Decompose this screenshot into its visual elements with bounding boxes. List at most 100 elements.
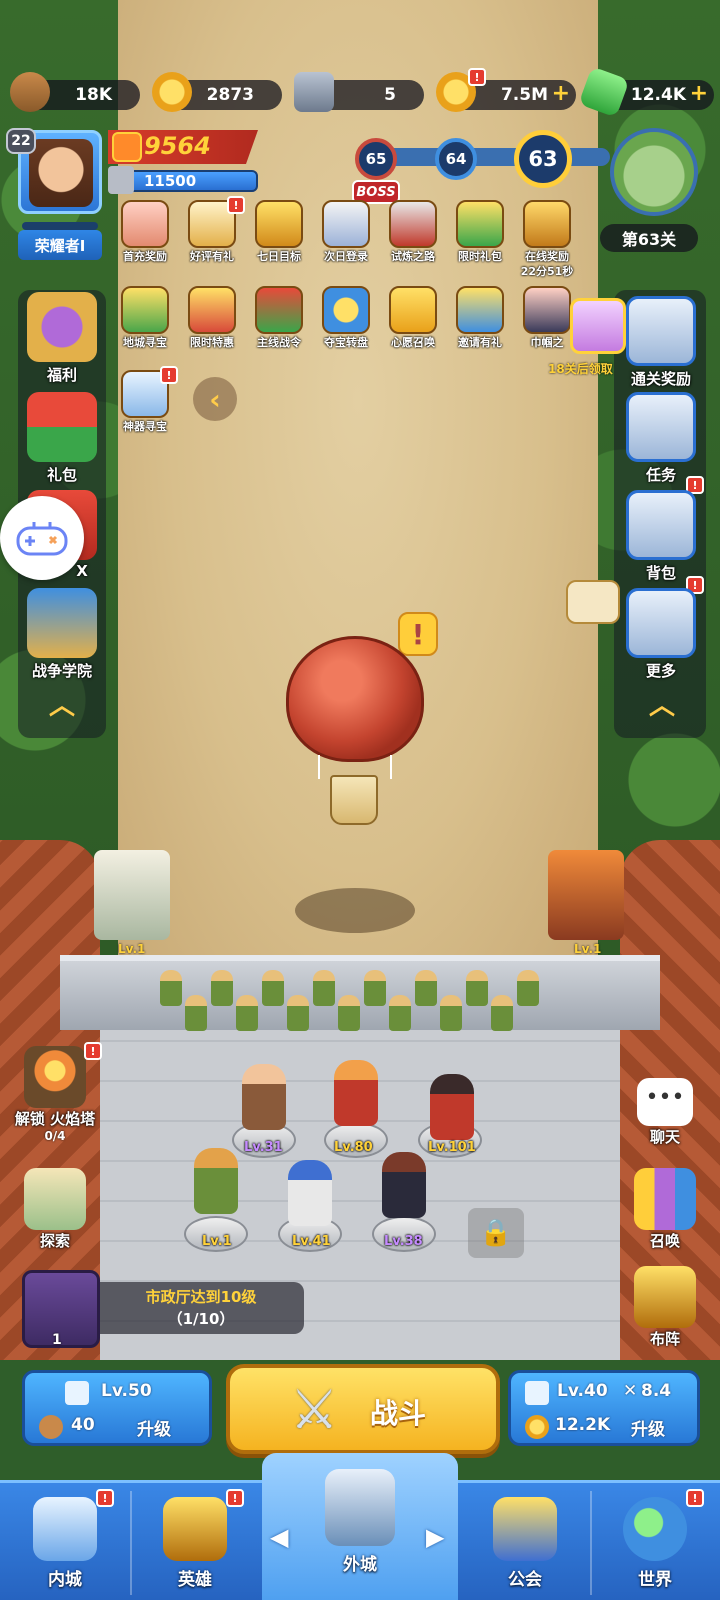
archer-unit (185, 995, 207, 1031)
avatar-portrait (29, 139, 93, 207)
event-battle-pass[interactable]: 主线战令 (250, 286, 308, 349)
event-label: 试炼之路 (391, 250, 435, 263)
hammer-icon (39, 1415, 63, 1439)
nav-hero[interactable]: 英雄 ! (130, 1483, 260, 1600)
battle-label: 战斗 (370, 1397, 427, 1430)
chevron-up-icon: ︿ (648, 691, 675, 721)
event-trial-road[interactable]: 试炼之路 (384, 200, 442, 263)
archer-unit (287, 995, 309, 1031)
coins-alert-badge: ! (468, 68, 486, 86)
power-display: 9564 (108, 130, 258, 164)
menu-label: 通关奖励 (630, 370, 691, 388)
medal-resource[interactable]: 2873 (152, 72, 282, 112)
mail-bubble[interactable] (566, 580, 620, 624)
event-label: 在线奖励 (525, 250, 569, 263)
event-limited-pack[interactable]: 限时礼包 (451, 200, 509, 263)
hp-bar: 11500 (108, 166, 258, 194)
explore-button[interactable]: 探索 (14, 1168, 96, 1251)
event-label: 地城寻宝 (123, 336, 167, 349)
formation-button[interactable]: 布阵 (624, 1266, 706, 1349)
menu-more[interactable]: 更多 (620, 588, 702, 681)
event-first-recharge[interactable]: 首充奖励 (116, 200, 174, 263)
iron-resource[interactable]: 5 (294, 72, 424, 112)
event-heroine[interactable]: 巾帼之 (518, 286, 576, 349)
hero-warrior[interactable] (334, 1060, 378, 1126)
balloon-shadow (295, 888, 415, 933)
unlock-progress: 0/4 (44, 1129, 66, 1143)
hero-witch[interactable] (382, 1152, 426, 1218)
event-dungeon-treasure[interactable]: 地城寻宝 (116, 286, 174, 349)
event-review-gift[interactable]: 好评有礼 ! (183, 196, 245, 263)
menu-label: 礼包 (46, 466, 77, 484)
balloon-alert-bubble[interactable]: ! (398, 612, 438, 656)
archer-speed: 8.4 (641, 1381, 672, 1401)
gems-resource[interactable]: 12.4K + (578, 66, 714, 118)
coins-resource[interactable]: 7.5M + ! (436, 68, 576, 112)
nav-prev-arrow[interactable]: ◀ (270, 1523, 288, 1551)
right-fire-tower[interactable] (548, 850, 624, 940)
hero-ranger[interactable] (194, 1148, 238, 1214)
nav-inner-city[interactable]: 内城 ! (0, 1483, 130, 1600)
collapse-events-button[interactable]: ‹ (193, 377, 237, 421)
event-seven-day[interactable]: 七日目标 (250, 200, 308, 263)
nav-next-arrow[interactable]: ▶ (426, 1523, 444, 1551)
archer-unit (236, 995, 258, 1031)
battle-pass-icon (255, 286, 303, 334)
event-wish-summon[interactable]: 心愿召唤 (384, 286, 442, 349)
hero-level: Lv.31 (244, 1140, 283, 1155)
player-title[interactable]: 荣耀者Ⅰ (18, 230, 102, 260)
clear-reward-preview[interactable] (570, 298, 626, 354)
outer-city-icon (325, 1469, 395, 1546)
stage-node-current[interactable]: 63 (514, 130, 572, 188)
castle-upgrade-button[interactable]: Lv.50 40 升级 (22, 1370, 212, 1446)
chat-label: 聊天 (649, 1128, 680, 1146)
inner-city-alert-badge: ! (96, 1489, 114, 1507)
left-menu-expand-button[interactable]: ︿ (42, 693, 82, 719)
menu-clear-reward[interactable]: 通关奖励 (620, 296, 702, 389)
menu-welfare[interactable]: 福利 (21, 292, 103, 385)
menu-label: 背包 (645, 564, 676, 582)
hot-air-balloon[interactable] (286, 636, 424, 762)
quest-card[interactable]: 市政厅达到10级 （1/10） 1 (22, 1270, 304, 1348)
gamepad-icon (16, 522, 68, 556)
archer-unit (491, 995, 513, 1031)
event-limited-sale[interactable]: 限时特惠 (183, 286, 241, 349)
hero-level: Lv.101 (428, 1140, 476, 1155)
add-coins-button[interactable]: + (552, 83, 570, 105)
nav-outer-city[interactable]: 外城 (295, 1455, 425, 1575)
nav-guild[interactable]: 公会 (460, 1483, 590, 1600)
event-next-day-login[interactable]: 次日登录 (317, 200, 375, 263)
world-minimap[interactable] (610, 128, 698, 216)
chat-button[interactable]: ••• 聊天 (624, 1078, 706, 1147)
event-label: 限时特惠 (190, 336, 234, 349)
backpack-icon (626, 490, 696, 560)
stage-node-64[interactable]: 64 (435, 138, 477, 180)
menu-backpack[interactable]: 背包 ! (620, 490, 704, 594)
add-gems-button[interactable]: + (690, 83, 708, 105)
unlock-fire-tower[interactable]: 解锁 火焰塔 0/4 ! (14, 1042, 102, 1143)
nav-world[interactable]: 世界 ! (590, 1483, 720, 1600)
archer-upgrade-button[interactable]: Lv.40 ✕ 8.4 12.2K 升级 (508, 1370, 700, 1446)
event-artifact-treasure[interactable]: 神器寻宝 ! (116, 366, 178, 433)
wood-resource[interactable]: 18K (10, 72, 140, 112)
menu-task[interactable]: 任务 ! (620, 392, 704, 494)
event-treasure-wheel[interactable]: 夺宝转盘 (317, 286, 375, 349)
game-assistant-button[interactable] (0, 496, 84, 580)
quest-count: 1 (52, 1332, 62, 1348)
hero-viking[interactable] (242, 1064, 286, 1130)
summon-button[interactable]: 召唤 (624, 1168, 706, 1251)
title-progress-bar (22, 222, 98, 230)
locked-hero-slot[interactable]: 🔒 (468, 1208, 524, 1258)
right-menu-expand-button[interactable]: ︿ (642, 691, 682, 721)
event-invite-gift[interactable]: 邀请有礼 (451, 286, 509, 349)
quest-progress: （1/10） (167, 1310, 235, 1328)
battle-button[interactable]: ⚔ 战斗 (226, 1364, 500, 1454)
hero-mage[interactable] (288, 1160, 332, 1226)
event-online-reward[interactable]: 在线奖励 22分51秒 (518, 200, 576, 278)
menu-war-academy[interactable]: 战争学院 (21, 588, 103, 681)
stage-node-65[interactable]: 65 (355, 138, 397, 180)
right-tower-level: Lv.1 (574, 942, 602, 956)
menu-gift-pack[interactable]: 礼包 (21, 392, 103, 485)
left-magic-tower[interactable] (94, 850, 170, 940)
hero-fighter[interactable] (430, 1074, 474, 1140)
